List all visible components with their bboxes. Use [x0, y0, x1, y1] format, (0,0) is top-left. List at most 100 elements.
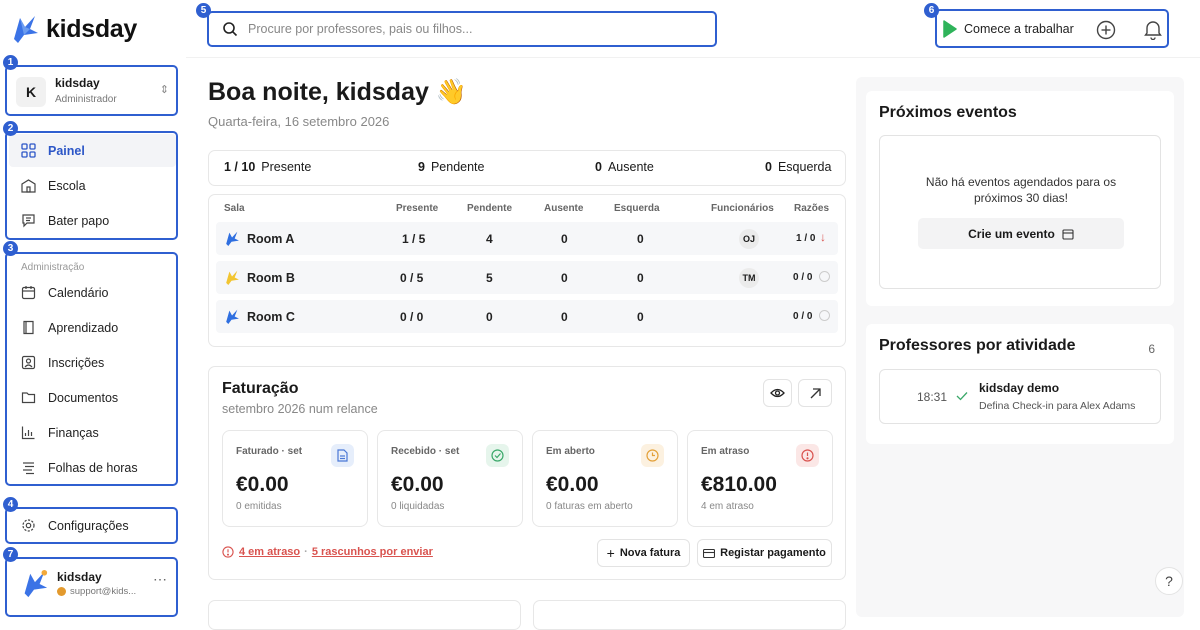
search-icon [223, 22, 238, 37]
nav-item-calendario[interactable]: Calendário [9, 276, 176, 309]
billing-subtitle: setembro 2026 num relance [222, 402, 378, 416]
nav-item-escola[interactable]: Escola [9, 169, 176, 202]
admin-section-title: Administração [21, 262, 85, 273]
table-row[interactable]: Room C 0 / 0 0 0 0 0 / 0 [216, 300, 838, 333]
search-bar[interactable]: Procure por professores, pais ou filhos.… [207, 11, 717, 47]
activity-item[interactable]: 18:31 kidsday demo Defina Check-in para … [879, 369, 1161, 424]
billing-title: Faturação [222, 380, 299, 397]
nav-item-aprendizado[interactable]: Aprendizado [9, 311, 176, 344]
activity-desc: Defina Check-in para Alex Adams [979, 400, 1136, 412]
circle-icon [819, 310, 830, 321]
account-name: kidsday [55, 76, 100, 90]
col-header-room: Sala [224, 203, 245, 214]
school-icon [20, 178, 36, 194]
bottom-card-right [533, 600, 846, 630]
new-invoice-button[interactable]: + Nova fatura [597, 539, 690, 567]
calendar-icon [1062, 228, 1074, 240]
nav-item-documentos[interactable]: Documentos [9, 381, 176, 414]
room-absent: 0 [561, 271, 568, 285]
bottom-card-left [208, 600, 521, 630]
teachers-title: Professores por atividade [879, 337, 1076, 354]
billing-stat-billed[interactable]: Faturado · set €0.00 0 emitidas [222, 430, 368, 527]
room-ratio: 0 / 0 [793, 272, 813, 283]
main-nav: Painel Escola Bater papo [5, 131, 178, 240]
col-header-present: Presente [396, 203, 439, 214]
register-payment-button[interactable]: Registar pagamento [697, 539, 832, 567]
nav-label: Aprendizado [48, 320, 119, 335]
room-name: Room C [247, 310, 295, 324]
help-button[interactable]: ? [1155, 567, 1183, 595]
grid-icon [20, 143, 36, 159]
room-ratio: 1 / 0 [796, 233, 816, 244]
events-empty-box: Não há eventos agendados para os próximo… [879, 135, 1161, 289]
col-header-left: Esquerda [614, 203, 660, 214]
overdue-link[interactable]: 4 em atraso [239, 546, 300, 558]
top-actions: Comece a trabalhar [935, 9, 1169, 48]
nav-item-financas[interactable]: Finanças [9, 416, 176, 449]
eye-icon [770, 388, 785, 398]
nav-item-painel[interactable]: Painel [9, 134, 176, 167]
nav-item-folhas-de-horas[interactable]: Folhas de horas [9, 451, 176, 484]
nav-item-inscricoes[interactable]: Inscrições [9, 346, 176, 379]
chat-icon [20, 213, 36, 229]
app-logo[interactable]: kidsday [8, 13, 137, 45]
open-external-button[interactable] [798, 379, 832, 407]
activity-time: 18:31 [917, 390, 948, 404]
book-icon [20, 320, 36, 336]
step-badge-5: 5 [196, 3, 211, 18]
step-badge-7: 7 [3, 547, 18, 562]
events-card: Próximos eventos Não há eventos agendado… [866, 91, 1174, 306]
billing-stat-open[interactable]: Em aberto €0.00 0 faturas em aberto [532, 430, 678, 527]
view-button[interactable] [763, 379, 792, 407]
room-icon [226, 270, 239, 285]
stat-pending: 9 Pendente [418, 160, 485, 174]
col-header-absent: Ausente [544, 203, 584, 214]
chevron-updown-icon: ⇕ [159, 84, 169, 96]
step-badge-1: 1 [3, 55, 18, 70]
room-pending: 0 [486, 310, 493, 324]
nav-label: Inscrições [48, 355, 105, 370]
user-email: support@kids... [70, 586, 137, 597]
nav-label: Folhas de horas [48, 460, 138, 475]
room-present: 0 / 5 [400, 271, 424, 285]
page-date: Quarta-feira, 16 setembro 2026 [208, 114, 390, 129]
sidebar: kidsday K kidsday Administrador ⇕ Painel… [0, 0, 186, 617]
user-menu[interactable]: kidsday support@kids... ⋯ [5, 557, 178, 617]
more-icon[interactable]: ⋯ [153, 571, 167, 588]
staff-avatar: TM [739, 268, 759, 288]
app-name: kidsday [46, 14, 138, 43]
drafts-link[interactable]: 5 rascunhos por enviar [312, 546, 433, 558]
staff-avatar: OJ [739, 229, 759, 249]
arrow-up-right-icon [810, 387, 821, 398]
col-header-ratio: Razões [794, 203, 830, 214]
billing-stat-overdue[interactable]: Em atraso €810.00 4 em atraso [687, 430, 833, 527]
timesheet-icon [20, 460, 36, 476]
room-left: 0 [637, 310, 644, 324]
create-event-button[interactable]: Crie um evento [918, 218, 1124, 249]
start-work-button[interactable]: Comece a trabalhar [943, 19, 1074, 38]
account-switcher[interactable]: K kidsday Administrador ⇕ [5, 65, 178, 116]
play-icon [943, 19, 957, 38]
add-circle-icon[interactable] [1096, 20, 1116, 40]
search-placeholder: Procure por professores, pais ou filhos.… [248, 22, 473, 36]
nav-label: Bater papo [48, 213, 110, 228]
admin-nav: Administração Calendário Aprendizado Ins… [5, 252, 178, 486]
billing-stat-received[interactable]: Recebido · set €0.00 0 liquidadas [377, 430, 523, 527]
nav-label: Documentos [48, 390, 119, 405]
alert-icon [222, 546, 234, 558]
account-role: Administrador [55, 94, 117, 105]
nav-label: Calendário [48, 285, 109, 300]
col-header-staff: Funcionários [711, 203, 774, 214]
table-row[interactable]: Room B 0 / 5 5 0 0 TM 0 / 0 [216, 261, 838, 294]
check-circle-icon [486, 444, 509, 467]
nav-item-chat[interactable]: Bater papo [9, 204, 176, 237]
room-ratio: 0 / 0 [793, 311, 813, 322]
nav-label: Escola [48, 178, 86, 193]
alerts-separator: · [304, 546, 308, 558]
bell-icon[interactable] [1143, 19, 1163, 40]
table-row[interactable]: Room A 1 / 5 4 0 0 OJ 1 / 0 ↓ [216, 222, 838, 255]
finance-icon [20, 425, 36, 441]
room-name: Room A [247, 232, 295, 246]
nav-item-configuracoes[interactable]: Configurações [9, 509, 176, 542]
step-badge-2: 2 [3, 121, 18, 136]
